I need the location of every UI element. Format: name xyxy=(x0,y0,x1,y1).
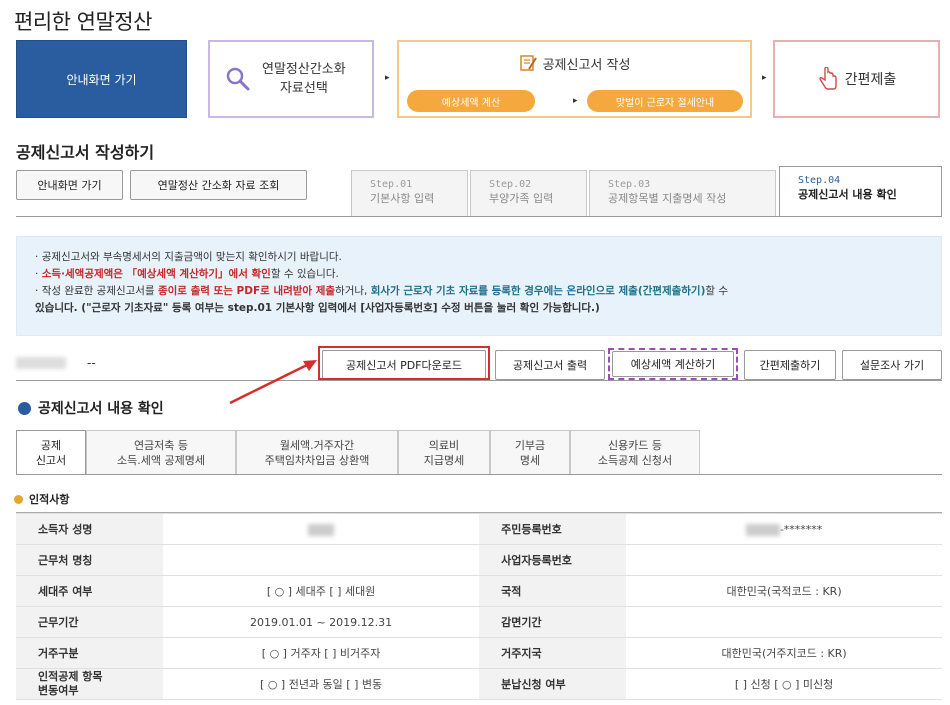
table-row: 인적공제 항목 변동여부 [ ○ ] 전년과 동일 [ ] 변동 분납신청 여부 … xyxy=(16,668,942,700)
tabs-divider xyxy=(16,216,942,217)
section-title: 공제신고서 작성하기 xyxy=(16,143,155,162)
label-resident-number: 주민등록번호 xyxy=(479,513,627,545)
flow-step1-line2: 자료선택 xyxy=(279,81,328,96)
label-residency: 거주구분 xyxy=(16,637,164,669)
value-household-head: [ ○ ] 세대주 [ ] 세대원 xyxy=(163,575,480,607)
user-name-blurred xyxy=(16,357,66,369)
estimate-highlight-frame xyxy=(608,348,738,380)
lookup-data-button[interactable]: 연말정산 간소화 자료 조회 xyxy=(130,170,307,200)
value-deduction-change: [ ○ ] 전년과 동일 [ ] 변동 xyxy=(163,668,480,700)
step-01-name: 기본사항 입력 xyxy=(370,192,435,205)
dtab-donation[interactable]: 기부금 명세 xyxy=(490,430,570,474)
flow-step3-label: 간편제출 xyxy=(844,72,897,88)
step-03-label: Step.03 xyxy=(608,179,651,190)
step-01-label: Step.01 xyxy=(370,179,413,190)
simple-submit-button[interactable]: 간편제출하기 xyxy=(744,350,836,380)
table-row: 거주구분 [ ○ ] 거주자 [ ] 비거주자 거주지국 대한민국(거주지코드 … xyxy=(16,637,942,669)
label-nationality: 국적 xyxy=(479,575,627,607)
step-04-name: 공제신고서 내용 확인 xyxy=(798,188,897,201)
print-button[interactable]: 공제신고서 출력 xyxy=(495,350,605,380)
magnifier-icon xyxy=(226,67,250,91)
tab-step-04[interactable]: Step.04 공제신고서 내용 확인 xyxy=(779,166,942,216)
survey-button[interactable]: 설문조사 가기 xyxy=(842,350,942,380)
table-row: 세대주 여부 [ ○ ] 세대주 [ ] 세대원 국적 대한민국(국적코드 : … xyxy=(16,575,942,607)
step-02-label: Step.02 xyxy=(489,179,532,190)
value-business-number xyxy=(626,544,942,576)
document-edit-icon xyxy=(519,55,537,71)
estimate-tax-pill[interactable]: 예상세액 계산 xyxy=(407,90,535,112)
flow-step1-line1: 연말정산간소화 xyxy=(262,62,346,77)
pointing-hand-icon xyxy=(819,67,837,90)
dtab-rent[interactable]: 월세액.거주자간 주택임차차입금 상환액 xyxy=(236,430,398,474)
blurred-resident-number xyxy=(745,523,780,536)
flow-step-data-select[interactable]: 연말정산간소화 자료선택 xyxy=(208,40,374,118)
label-deduction-change: 인적공제 항목 변동여부 xyxy=(16,668,164,700)
notice-box: · 공제신고서와 부속명세서의 지출금액이 맞는지 확인하시기 바랍니다. · … xyxy=(16,236,942,336)
flow-arrow-2: ▸ xyxy=(762,73,767,83)
label-household-head: 세대주 여부 xyxy=(16,575,164,607)
notice-line-1: · 공제신고서와 부속명세서의 지출금액이 맞는지 확인하시기 바랍니다. xyxy=(35,251,342,263)
user-id: -- xyxy=(87,356,96,370)
tab-step-03[interactable]: Step.03 공제항목별 지출명세 작성 xyxy=(589,170,776,216)
table-row: 근무기간 2019.01.01 ~ 2019.12.31 감면기간 xyxy=(16,606,942,638)
label-name: 소득자 성명 xyxy=(16,513,164,545)
label-reduction-period: 감면기간 xyxy=(479,606,627,638)
dtab-credit-card[interactable]: 신용카드 등 소득공제 신청서 xyxy=(570,430,700,474)
value-work-period: 2019.01.01 ~ 2019.12.31 xyxy=(163,606,480,638)
label-work-period: 근무기간 xyxy=(16,606,164,638)
app-title: 편리한 연말정산 xyxy=(14,10,152,34)
step-02-name: 부양가족 입력 xyxy=(489,192,554,205)
flow-step1-label: 연말정산간소화 자료선택 xyxy=(262,60,346,98)
value-nationality: 대한민국(국적코드 : KR) xyxy=(626,575,942,607)
value-reduction-period xyxy=(626,606,942,638)
label-installment: 분납신청 여부 xyxy=(479,668,627,700)
value-resident-number: -******* xyxy=(626,513,942,545)
dual-income-tips-pill[interactable]: 맞벌이 근로자 절세안내 xyxy=(587,90,743,112)
value-installment: [ ] 신청 [ ○ ] 미신청 xyxy=(626,668,942,700)
label-workplace: 근무처 명칭 xyxy=(16,544,164,576)
red-arrow-annotation xyxy=(229,360,317,405)
flow-step-simple-submit[interactable]: 간편제출 xyxy=(773,40,940,118)
table-row: 소득자 성명 주민등록번호 -******* xyxy=(16,513,942,545)
label-residence-country: 거주지국 xyxy=(479,637,627,669)
value-residence-country: 대한민국(거주지코드 : KR) xyxy=(626,637,942,669)
step-03-name: 공제항목별 지출명세 작성 xyxy=(608,192,727,205)
personal-info-table: 소득자 성명 주민등록번호 -******* 근무처 명칭 사업자등록번호 세대… xyxy=(16,513,942,700)
pdf-highlight-frame xyxy=(318,346,490,380)
dtab-deduction-form[interactable]: 공제 신고서 xyxy=(16,430,86,474)
dtab-medical[interactable]: 의료비 지급명세 xyxy=(398,430,490,474)
label-business-number: 사업자등록번호 xyxy=(479,544,627,576)
flow-arrow: ▸ xyxy=(385,73,390,83)
value-name xyxy=(163,513,480,545)
confirm-title: 공제신고서 내용 확인 xyxy=(18,398,164,418)
personal-info-title: 인적사항 xyxy=(14,491,69,507)
home-button[interactable]: 안내화면 가기 xyxy=(16,40,187,118)
table-row: 근무처 명칭 사업자등록번호 xyxy=(16,544,942,576)
dtab-pension-savings[interactable]: 연금저축 등 소득.세액 공제명세 xyxy=(86,430,236,474)
info-bullet-icon xyxy=(14,494,23,504)
notice-line-2: · 소득·세액공제액은 「예상세액 계산하기」에서 확인할 수 있습니다. xyxy=(35,268,339,280)
flow-arrow-inner: ▸ xyxy=(573,96,578,106)
tab-step-02[interactable]: Step.02 부양가족 입력 xyxy=(470,170,587,216)
value-residency: [ ○ ] 거주자 [ ] 비거주자 xyxy=(163,637,480,669)
detail-tabs-divider xyxy=(16,474,942,475)
notice-line-3: · 작성 완료한 공제신고서를 종이로 출력 또는 PDF로 내려받아 제출하거… xyxy=(35,285,729,297)
home-nav-button[interactable]: 안내화면 가기 xyxy=(16,170,123,200)
section-bullet-icon xyxy=(18,401,31,415)
actions-divider xyxy=(16,380,942,381)
blurred-name xyxy=(308,523,335,536)
step-04-label: Step.04 xyxy=(798,175,841,186)
notice-line-4: 있습니다. ("근로자 기초자료" 등록 여부는 step.01 기본사항 입력… xyxy=(35,302,600,314)
value-workplace xyxy=(163,544,480,576)
flow-step-write: 공제신고서 작성 예상세액 계산 ▸ 맞벌이 근로자 절세안내 xyxy=(397,40,752,118)
flow-step2-title: 공제신고서 작성 xyxy=(399,54,750,73)
tab-step-01[interactable]: Step.01 기본사항 입력 xyxy=(351,170,468,216)
